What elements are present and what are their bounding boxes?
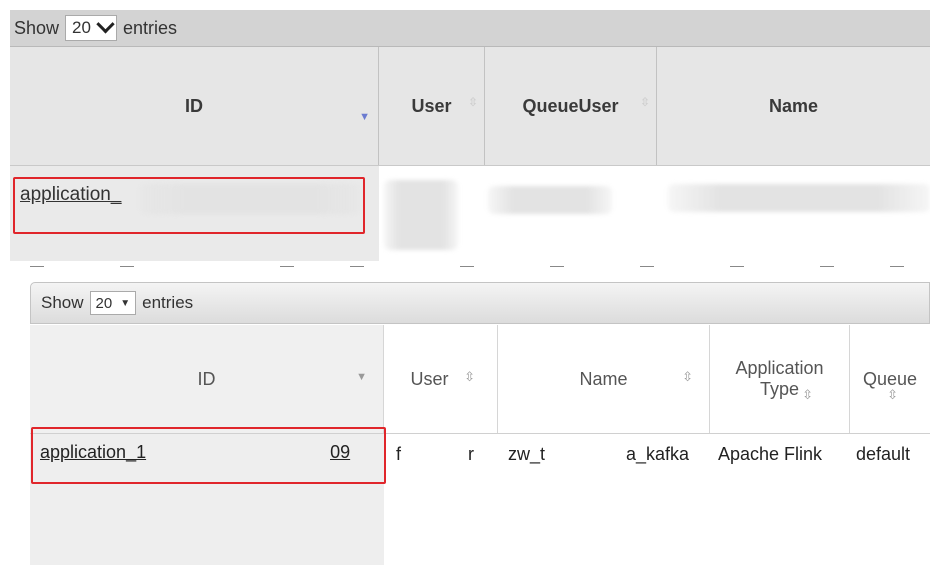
- bottom-col-user[interactable]: User ⇳: [384, 325, 498, 433]
- show-label: Show: [14, 17, 60, 38]
- bottom-col-queue[interactable]: Queue ⇳: [850, 325, 930, 433]
- user-end: r: [468, 444, 474, 464]
- sort-icon: ⇳: [802, 387, 813, 402]
- entries-label: entries: [142, 293, 194, 312]
- highlight-box: [13, 177, 365, 234]
- sort-icon: ⇳: [887, 387, 898, 402]
- top-table-panel: Show 20 entries ID ▼ User ⇳ QueueUser ⇳ …: [0, 0, 930, 262]
- sort-desc-icon: ▼: [359, 111, 370, 123]
- sort-icon: ⇳: [467, 95, 478, 109]
- application-type: Apache Flink: [718, 444, 823, 464]
- sort-icon: ⇳: [682, 369, 693, 384]
- sort-icon: ⇳: [464, 369, 475, 384]
- sort-icon: ⇳: [639, 95, 650, 109]
- bottom-col-application-type[interactable]: Application Type ⇳: [710, 325, 850, 433]
- entries-label: entries: [122, 17, 177, 38]
- col-name-label: Name: [579, 368, 628, 389]
- name-end: a_kafka: [626, 444, 690, 464]
- redacted-user: [384, 180, 458, 250]
- bottom-table-header: ID ▼ User ⇳ Name ⇳ Application Type ⇳ Qu…: [30, 325, 930, 434]
- bottom-col-id[interactable]: ID ▼: [30, 325, 384, 433]
- top-col-id[interactable]: ID ▼: [10, 47, 379, 165]
- highlight-box: [31, 427, 386, 484]
- top-col-user[interactable]: User ⇳: [379, 47, 485, 165]
- bottom-show-entries-bar: Show 20 ▼ entries: [30, 282, 930, 324]
- entries-value: 20: [95, 294, 113, 312]
- top-show-entries-bar: Show 20 entries: [10, 10, 930, 47]
- col-id-label: ID: [197, 368, 216, 389]
- user-start: f: [396, 444, 402, 464]
- separator-line: [30, 264, 930, 272]
- bottom-table-panel: Show 20 ▼ entries ID ▼ User ⇳ Name ⇳ App…: [30, 282, 930, 565]
- show-label: Show: [41, 293, 84, 312]
- col-queueuser-label: QueueUser: [522, 95, 619, 116]
- bottom-col-name[interactable]: Name ⇳: [498, 325, 710, 433]
- redacted-name: [668, 184, 930, 212]
- chevron-down-icon: [96, 14, 115, 33]
- top-entries-select[interactable]: 20: [65, 14, 117, 41]
- col-user-label: User: [411, 95, 452, 116]
- entries-value: 20: [72, 18, 91, 37]
- col-application-type-label: Application Type: [735, 358, 824, 399]
- name-start: zw_t: [508, 444, 546, 464]
- top-col-name[interactable]: Name: [657, 47, 930, 165]
- col-user-label: User: [410, 368, 449, 389]
- redacted-user: [408, 444, 464, 466]
- dropdown-triangle-icon: ▼: [120, 297, 131, 309]
- sort-desc-icon: ▼: [356, 371, 367, 383]
- col-name-label: Name: [768, 95, 819, 116]
- redacted-queueuser: [488, 186, 612, 214]
- bottom-entries-select[interactable]: 20 ▼: [89, 291, 137, 315]
- top-table-header: ID ▼ User ⇳ QueueUser ⇳ Name: [10, 47, 930, 166]
- queue-value: default: [856, 444, 911, 464]
- top-col-queueuser[interactable]: QueueUser ⇳: [485, 47, 657, 165]
- col-id-label: ID: [185, 95, 203, 116]
